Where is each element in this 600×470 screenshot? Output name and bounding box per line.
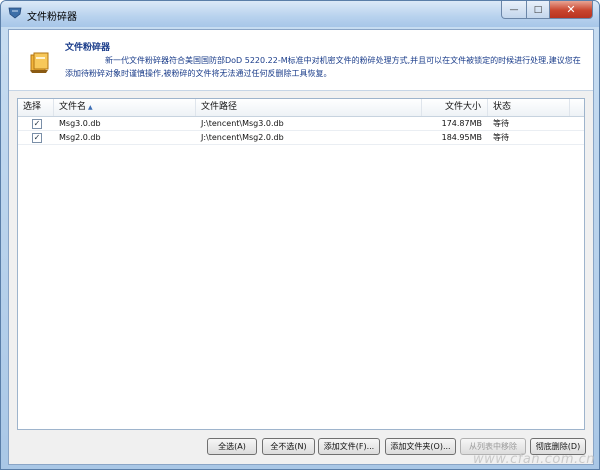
select-all-button[interactable]: 全选(A) bbox=[207, 438, 257, 455]
row-checkbox[interactable]: ✓ bbox=[32, 119, 42, 129]
close-button[interactable]: ✕ bbox=[550, 1, 593, 19]
watermark: www.cfan.com.cn bbox=[472, 452, 595, 467]
sort-ascending-icon: ▲ bbox=[88, 104, 93, 111]
column-name-label: 文件名 bbox=[59, 102, 87, 112]
column-status[interactable]: 状态 bbox=[488, 99, 570, 116]
table-row[interactable]: ✓ Msg3.0.db J:\tencent\Msg3.0.db 174.87M… bbox=[18, 117, 584, 131]
window-controls: — □ ✕ bbox=[501, 1, 593, 19]
row-checkbox[interactable]: ✓ bbox=[32, 133, 42, 143]
file-path: J:\tencent\Msg3.0.db bbox=[201, 119, 284, 128]
column-select[interactable]: 选择 bbox=[18, 99, 54, 116]
table-header: 选择 文件名 ▲ 文件路径 文件大小 状态 bbox=[18, 99, 584, 117]
file-status: 等待 bbox=[493, 119, 509, 128]
file-size: 184.95MB bbox=[441, 133, 482, 142]
minimize-button[interactable]: — bbox=[501, 1, 527, 19]
file-status: 等待 bbox=[493, 133, 509, 142]
file-name: Msg2.0.db bbox=[59, 133, 101, 142]
shield-icon bbox=[8, 7, 22, 19]
banner-description: 新一代文件粉碎器符合美国国防部DoD 5220.22-M标准中对机密文件的粉碎处… bbox=[65, 56, 581, 78]
file-table: 选择 文件名 ▲ 文件路径 文件大小 状态 ✓ Msg3.0.db J:\tenc… bbox=[17, 98, 585, 430]
column-name[interactable]: 文件名 ▲ bbox=[54, 99, 196, 116]
file-size: 174.87MB bbox=[441, 119, 482, 128]
table-row[interactable]: ✓ Msg2.0.db J:\tencent\Msg2.0.db 184.95M… bbox=[18, 131, 584, 145]
shredder-icon bbox=[30, 52, 49, 73]
maximize-button[interactable]: □ bbox=[527, 1, 550, 19]
select-none-button[interactable]: 全不选(N) bbox=[262, 438, 315, 455]
shredder-window: 文件粉碎器 — □ ✕ 文件粉碎器 新一代文件粉碎器符合美国国防部DoD 522… bbox=[0, 0, 600, 470]
info-banner: 文件粉碎器 新一代文件粉碎器符合美国国防部DoD 5220.22-M标准中对机密… bbox=[9, 30, 593, 91]
banner-title: 文件粉碎器 bbox=[65, 43, 111, 53]
add-file-button[interactable]: 添加文件(F)... bbox=[318, 438, 380, 455]
title-bar[interactable]: 文件粉碎器 — □ ✕ bbox=[1, 1, 599, 27]
file-name: Msg3.0.db bbox=[59, 119, 101, 128]
add-folder-button[interactable]: 添加文件夹(O)... bbox=[385, 438, 456, 455]
column-filler bbox=[570, 99, 584, 116]
column-path[interactable]: 文件路径 bbox=[196, 99, 422, 116]
client-area: 文件粉碎器 新一代文件粉碎器符合美国国防部DoD 5220.22-M标准中对机密… bbox=[8, 29, 594, 465]
file-path: J:\tencent\Msg2.0.db bbox=[201, 133, 284, 142]
column-size[interactable]: 文件大小 bbox=[422, 99, 488, 116]
window-title: 文件粉碎器 bbox=[27, 12, 77, 23]
